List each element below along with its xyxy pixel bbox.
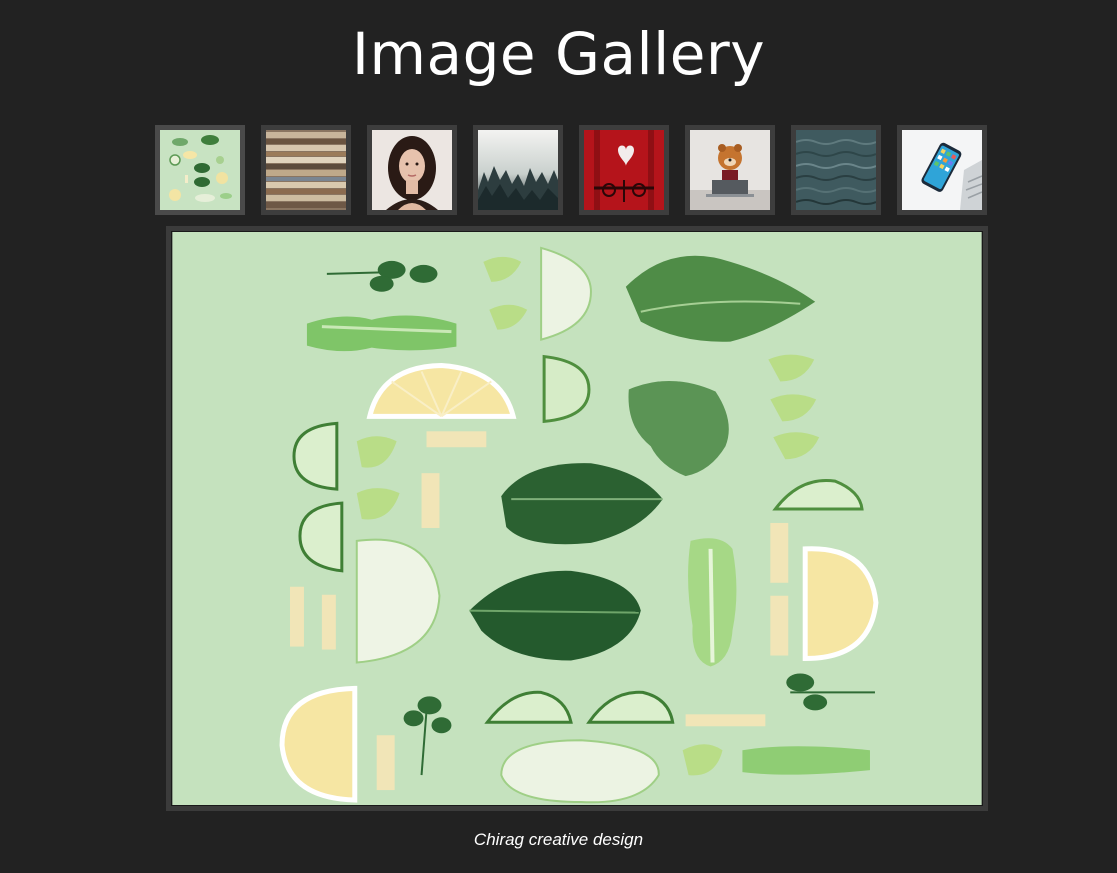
- dog-laptop-thumbnail-image: [690, 130, 770, 210]
- thumbnail-red-heart-door[interactable]: [579, 125, 669, 215]
- page-title: Image Gallery: [351, 20, 766, 88]
- books-thumbnail-image: [266, 130, 346, 210]
- thumbnail-dog-laptop[interactable]: [685, 125, 775, 215]
- ocean-water-thumbnail-image: [796, 130, 876, 210]
- thumbnail-books[interactable]: [261, 125, 351, 215]
- gallery-caption: Chirag creative design: [473, 830, 644, 849]
- main-image-frame: [166, 226, 988, 811]
- thumbnail-smartphone-laptop[interactable]: [897, 125, 987, 215]
- thumbnail-vegetables[interactable]: [155, 125, 245, 215]
- smartphone-laptop-thumbnail-image: [902, 130, 982, 210]
- vegetables-thumbnail-image: [160, 130, 240, 210]
- thumbnail-misty-forest[interactable]: [473, 125, 563, 215]
- woman-portrait-thumbnail-image: [372, 130, 452, 210]
- thumbnail-strip: [155, 125, 995, 215]
- thumbnail-woman-portrait[interactable]: [367, 125, 457, 215]
- thumbnail-ocean-water[interactable]: [791, 125, 881, 215]
- vegetables-main-image: [171, 231, 983, 806]
- misty-forest-thumbnail-image: [478, 130, 558, 210]
- red-heart-door-thumbnail-image: [584, 130, 664, 210]
